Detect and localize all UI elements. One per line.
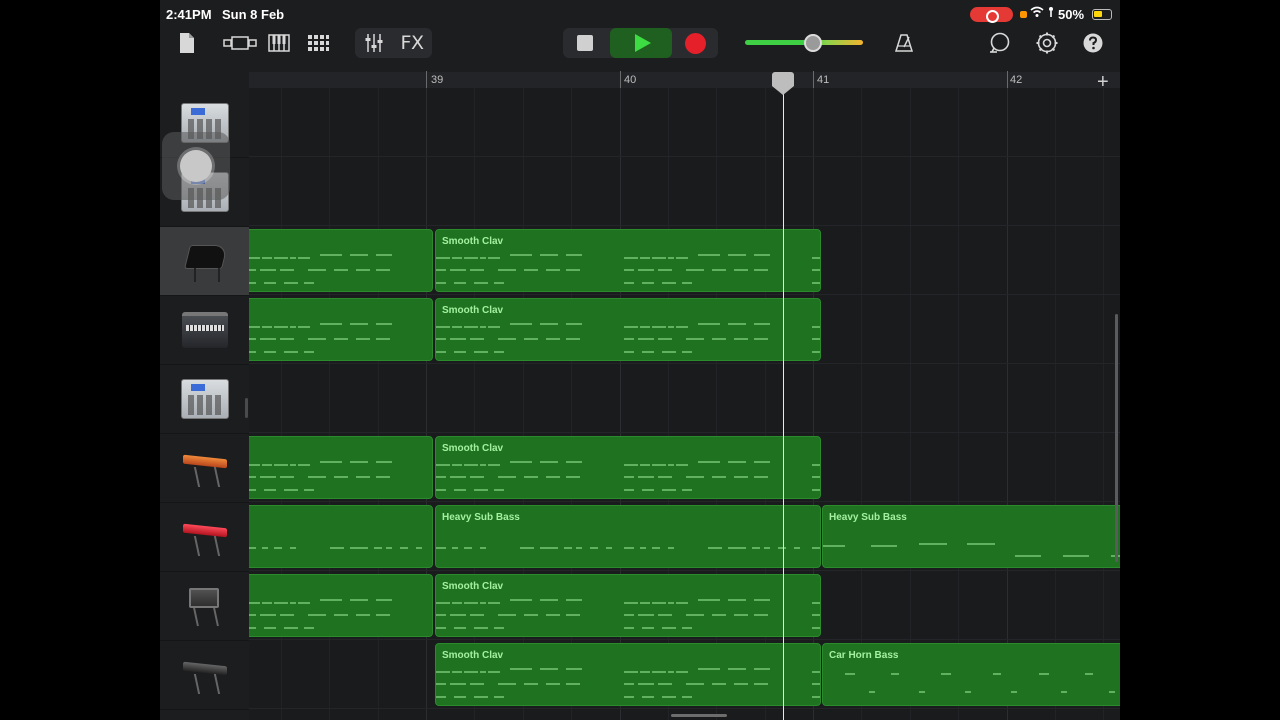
track-lane-2[interactable] [249,157,1120,226]
record-icon [684,32,706,54]
record-button[interactable] [678,28,712,58]
control-bar: FX [160,28,1120,58]
region[interactable] [249,574,433,637]
region[interactable]: Smooth Clav [435,436,821,499]
track-header-4[interactable] [160,296,249,365]
track-header-8[interactable] [160,572,249,641]
battery-percent: 50% [1058,7,1085,22]
region[interactable]: Smooth Clav [435,643,821,706]
track-header-7[interactable] [160,503,249,572]
region[interactable]: Heavy Sub Bass [435,505,821,568]
midi-notes [249,254,392,284]
assistive-touch-button[interactable] [162,132,230,200]
region[interactable]: Smooth Clav [435,229,821,292]
grid-icon [308,35,329,51]
track-header-6[interactable] [160,434,249,503]
battery-icon [1092,9,1112,20]
synth-keys-icon [182,518,228,556]
location-icon [1046,6,1056,21]
status-date: Sun 8 Feb [222,7,285,22]
electric-keys-icon [182,449,228,487]
region-label: Smooth Clav [442,236,504,247]
track-lane-4[interactable]: Smooth Clav [249,295,1120,364]
region[interactable]: Smooth Clav [435,298,821,361]
metronome-icon [894,34,914,52]
region[interactable] [249,505,433,568]
status-time: 2:41PM [166,7,212,22]
bar-number: 42 [1010,74,1023,86]
status-bar: 2:41PM Sun 8 Feb 50% [160,0,1120,28]
my-songs-button[interactable] [174,28,200,58]
loop-browser-button[interactable] [986,28,1014,58]
grid-button[interactable] [305,28,331,58]
track-lane-8[interactable]: Smooth Clav [249,571,1120,640]
screen-record-icon[interactable] [970,7,1013,23]
tracks-area[interactable]: Smooth Clav Smooth Clav Smooth Clav Heav… [249,88,1120,720]
track-lane-1[interactable] [249,88,1120,157]
region[interactable] [249,298,433,361]
mixer-sliders-icon [365,34,383,52]
region-label: Smooth Clav [442,581,504,592]
region[interactable] [249,229,433,292]
region[interactable] [249,436,433,499]
analog-synth-icon [185,586,225,626]
track-header-3[interactable] [160,227,249,296]
wifi-icon [1030,6,1044,21]
region[interactable]: Smooth Clav [435,574,821,637]
bar-number: 39 [431,74,444,86]
master-volume-knob[interactable] [804,34,822,52]
tracks-view-icon [223,36,257,50]
stop-icon [577,35,593,51]
keyboard-icon [268,34,290,52]
track-lane-5[interactable] [249,364,1120,433]
vertical-scrollbar[interactable] [1115,314,1118,562]
bar-number: 40 [624,74,637,86]
midi-notes [249,323,392,353]
playhead[interactable] [783,72,784,720]
help-button[interactable] [1080,28,1106,58]
region-label: Car Horn Bass [829,650,899,661]
mixer-button[interactable] [360,28,388,58]
upright-piano-icon [181,312,228,348]
document-icon [180,33,194,53]
midi-notes [249,461,392,491]
region-label: Smooth Clav [442,650,504,661]
region-label: Smooth Clav [442,305,504,316]
home-indicator[interactable] [671,714,727,717]
fx-button[interactable]: FX [396,28,428,58]
keyboard-button[interactable] [266,28,292,58]
stop-button[interactable] [570,28,600,58]
region-label: Heavy Sub Bass [442,512,520,523]
track-header-5[interactable] [160,365,249,434]
metronome-button[interactable] [890,28,918,58]
help-icon [1083,33,1103,53]
midi-notes [249,547,422,549]
settings-button[interactable] [1033,28,1061,58]
track-header-9[interactable] [160,641,249,710]
gear-icon [1036,32,1058,54]
fx-label: FX [400,32,424,54]
drum-machine-icon [180,379,229,419]
play-button[interactable] [610,28,672,58]
track-lane-3[interactable]: Smooth Clav [249,226,1120,295]
loop-icon [990,32,1010,53]
bar-number: 41 [817,74,830,86]
region[interactable]: Car Horn Bass [822,643,1120,706]
tracks-view-button[interactable] [220,28,260,58]
grand-piano-icon [182,238,228,284]
track-lane-6[interactable]: Smooth Clav [249,433,1120,502]
track-lane-7[interactable]: Heavy Sub Bass Heavy Sub Bass [249,502,1120,571]
play-icon [634,34,651,52]
midi-notes [249,599,392,629]
track-header-resize-handle[interactable] [245,398,248,418]
synth-keys-icon [182,656,228,694]
region-label: Heavy Sub Bass [829,512,907,523]
garageband-window: 2:41PM Sun 8 Feb 50% FX 39 40 41 42 + Sm… [160,0,1120,720]
assistive-touch-icon [180,150,212,182]
mic-indicator-icon [1020,11,1027,18]
region-label: Smooth Clav [442,443,504,454]
region[interactable]: Heavy Sub Bass [822,505,1120,568]
track-lane-9[interactable]: Smooth Clav Car Horn Bass [249,640,1120,709]
track-headers [160,72,249,720]
